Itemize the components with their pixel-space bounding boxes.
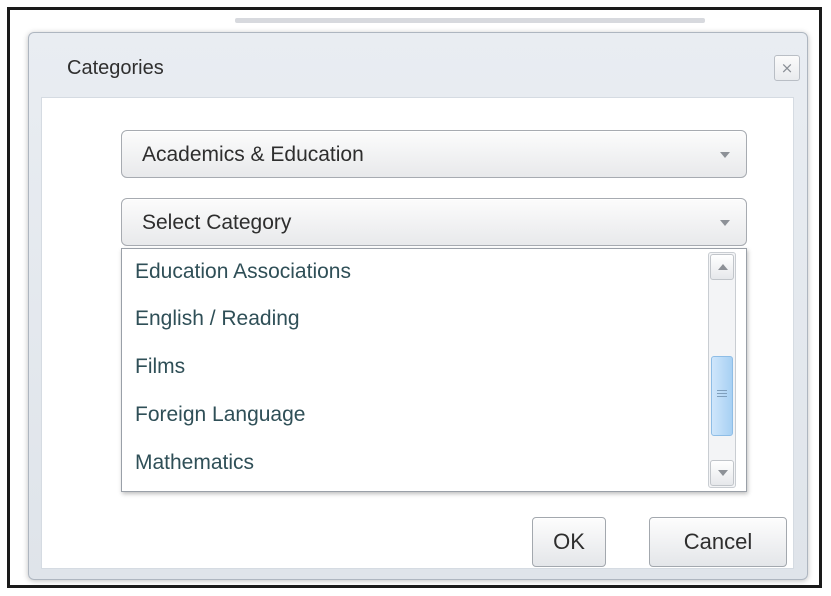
primary-category-select[interactable]: Academics & Education [121, 130, 747, 178]
dialog-body: Academics & Education Select Category Ed… [41, 97, 794, 569]
category-option[interactable]: Films [122, 343, 706, 391]
ok-button[interactable]: OK [532, 517, 606, 567]
scroll-down-icon[interactable] [710, 460, 734, 486]
category-option[interactable]: Mathematics [122, 439, 706, 487]
category-option[interactable]: English / Reading [122, 295, 706, 343]
grip-icon [717, 390, 727, 399]
category-options: Education Associations English / Reading… [122, 249, 706, 487]
cancel-button[interactable]: Cancel [649, 517, 787, 567]
dialog-title: Categories [67, 57, 164, 79]
chevron-down-icon [720, 152, 730, 158]
category-option[interactable]: Foreign Language [122, 391, 706, 439]
close-icon: × [780, 59, 794, 77]
dropdown-scrollbar[interactable] [708, 252, 736, 488]
category-dropdown-list[interactable]: Education Associations English / Reading… [121, 248, 747, 492]
scrollbar-thumb[interactable] [711, 356, 733, 436]
chevron-down-icon [720, 220, 730, 226]
close-button[interactable]: × [774, 55, 800, 81]
category-option[interactable]: Education Associations [122, 249, 706, 295]
screen-frame: Categories × Academics & Education Selec… [7, 7, 822, 588]
primary-category-value: Academics & Education [142, 143, 364, 166]
scroll-up-icon[interactable] [710, 254, 734, 280]
subcategory-select[interactable]: Select Category [121, 198, 747, 246]
subcategory-value: Select Category [142, 211, 292, 234]
background-window-bar [235, 18, 705, 23]
categories-dialog: Categories × Academics & Education Selec… [28, 32, 808, 580]
